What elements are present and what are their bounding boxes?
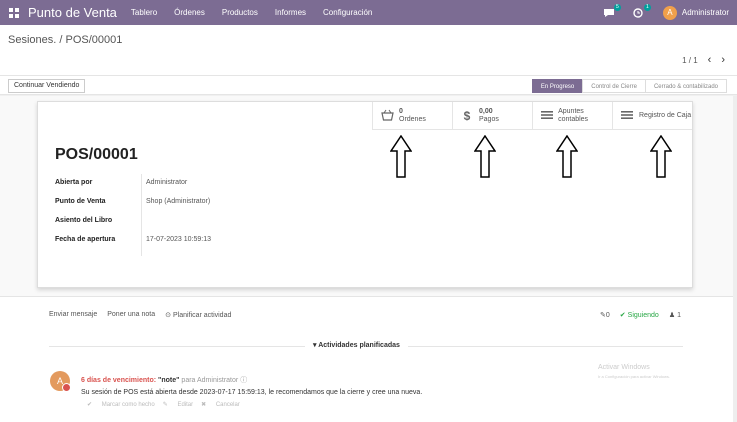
status-bar: Continuar Vendiendo En Progreso Control … [0, 75, 737, 95]
field-value[interactable]: Shop (Administrator) [146, 198, 210, 205]
mark-done-label: Marcar como hecho [101, 402, 155, 408]
continue-selling-button[interactable]: Continuar Vendiendo [8, 79, 86, 93]
apps-menu-icon[interactable] [9, 7, 19, 18]
following-button[interactable]: ✔ Siguiendo [620, 311, 659, 319]
control-panel: Sesiones. / POS/00001 1 / 1 ‹ › [0, 25, 737, 75]
stage-pipeline: En Progreso Control de Cierre Cerrado & … [531, 79, 727, 93]
menu-productos[interactable]: Productos [222, 8, 258, 17]
record-title: POS/00001 [55, 146, 138, 163]
schedule-activity-label: Planificar actividad [173, 312, 232, 319]
payments-smart-button[interactable]: $ 0,00 Pagos [452, 102, 532, 130]
followers-count: 1 [677, 312, 681, 319]
activity-type-badge [62, 383, 71, 392]
activities-title: Actividades planificadas [318, 342, 400, 349]
payments-amount: 0,00 [479, 107, 493, 115]
activity-summary: "note" [158, 377, 180, 384]
smart-button-box: 0 Ordenes $ 0,00 Pagos Apuntes contables R… [372, 102, 692, 130]
clock-icon: ⊙ [165, 312, 171, 319]
breadcrumb[interactable]: Sesiones. / POS/00001 [8, 34, 122, 46]
dollar-icon: $ [463, 108, 471, 123]
attachments-count: 0 [605, 312, 610, 319]
activity-body: Su sesión de POS está abierta desde 2023… [81, 389, 423, 396]
orders-smart-button[interactable]: 0 Ordenes [372, 102, 452, 130]
payments-label: Pagos [479, 115, 499, 123]
edit-activity-button[interactable]: ✎ Editar [163, 401, 193, 408]
orders-label: Ordenes [399, 115, 426, 123]
activity-badge: 1 [643, 3, 651, 11]
followers-button[interactable]: ♟ 1 [669, 311, 681, 319]
windows-watermark-subtitle: Ir a Configuración para activar Windows. [598, 374, 671, 379]
close-icon: ✖ [201, 402, 208, 408]
info-icon[interactable]: ⓘ [240, 377, 247, 384]
annotation-up-arrow-icon [650, 135, 672, 178]
basket-icon [380, 109, 394, 123]
pencil-icon: ✎ [162, 402, 170, 408]
orders-count: 0 [399, 107, 403, 115]
pager-value[interactable]: 1 / 1 [682, 56, 698, 65]
user-icon: ♟ [668, 312, 676, 319]
chatter: Enviar mensaje Poner una nota ⊙ Planifica… [0, 296, 737, 422]
menu-informes[interactable]: Informes [275, 8, 306, 17]
windows-watermark-title: Activar Windows [598, 364, 650, 371]
field-value[interactable]: Administrator [146, 179, 187, 186]
menu-ordenes[interactable]: Órdenes [174, 8, 205, 17]
chat-badge: 5 [613, 3, 621, 11]
user-name[interactable]: Administrator [682, 8, 729, 17]
cancel-activity-button[interactable]: ✖ Cancelar [201, 401, 240, 408]
field-label: Abierta por [55, 179, 93, 186]
schedule-activity-button[interactable]: ⊙ Planificar actividad [165, 311, 231, 319]
check-icon: ✔ [619, 312, 626, 319]
annotation-up-arrow-icon [474, 135, 496, 178]
annotation-up-arrow-icon [390, 135, 412, 178]
annotation-up-arrow-icon [556, 135, 578, 178]
activities-toggle[interactable]: ▾ Actividades planificadas [305, 341, 408, 349]
user-avatar[interactable]: A [662, 5, 677, 20]
edit-label: Editar [177, 402, 194, 408]
list-icon [540, 109, 553, 123]
mark-done-button[interactable]: ✔ Marcar como hecho [87, 401, 155, 408]
app-brand[interactable]: Punto de Venta [28, 5, 117, 20]
log-note-button[interactable]: Poner una nota [107, 311, 155, 319]
cash-register-smart-button[interactable]: Registro de Caja [612, 102, 692, 130]
check-icon: ✔ [87, 402, 94, 408]
chat-icon[interactable]: 5 [603, 3, 621, 18]
activity-assignee: para Administrator [181, 377, 239, 384]
activity-actions: ✔ Marcar como hecho ✎ Editar ✖ Cancelar [87, 401, 248, 408]
attachments-button[interactable]: ✎0 [600, 311, 610, 319]
send-message-button[interactable]: Enviar mensaje [49, 311, 97, 319]
pager: 1 / 1 ‹ › [682, 54, 725, 66]
menu-configuracion[interactable]: Configuración [323, 8, 372, 17]
menu-tablero[interactable]: Tablero [131, 8, 157, 17]
activity-due: 6 días de vencimiento: [81, 377, 157, 384]
form-area: 0 Ordenes $ 0,00 Pagos Apuntes contables R… [0, 96, 737, 296]
pager-next-icon[interactable]: › [721, 54, 725, 66]
field-label: Punto de Venta [55, 198, 106, 205]
top-navbar: Punto de Venta Tablero Órdenes Productos… [0, 0, 737, 25]
activity-clock-icon[interactable]: 1 [633, 3, 651, 18]
cancel-label: Cancelar [215, 402, 240, 408]
form-sheet: 0 Ordenes $ 0,00 Pagos Apuntes contables R… [37, 101, 693, 288]
journal-items-label: Apuntes contables [558, 107, 589, 123]
field-label: Fecha de apertura [55, 236, 116, 243]
activity-header: 6 días de vencimiento: "note" para Admin… [81, 375, 247, 385]
stage-in-progress[interactable]: En Progreso [531, 79, 584, 93]
field-separator [141, 174, 142, 256]
page-scrollbar[interactable] [733, 96, 737, 422]
stage-closing-control[interactable]: Control de Cierre [582, 79, 646, 93]
stage-closed-posted[interactable]: Cerrado & contabilizado [644, 79, 727, 93]
pager-prev-icon[interactable]: ‹ [708, 54, 712, 66]
field-value: 17-07-2023 10:59:13 [146, 236, 211, 243]
cash-register-label: Registro de Caja [639, 111, 692, 119]
field-label: Asiento del Libro [55, 217, 113, 224]
list-icon [620, 109, 634, 123]
following-label: Siguiendo [627, 312, 659, 319]
journal-items-smart-button[interactable]: Apuntes contables [532, 102, 612, 130]
